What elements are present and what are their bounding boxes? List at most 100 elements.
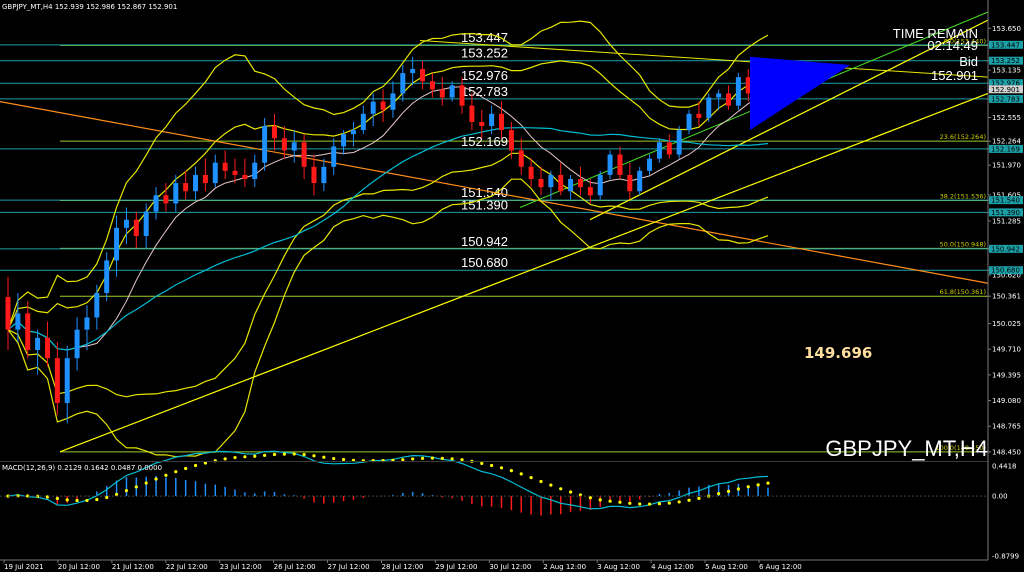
candle-body: [518, 150, 524, 167]
x-tick-label: 22 Jul 12:00: [166, 563, 208, 571]
signal-dot: [726, 489, 731, 494]
signal-dot: [657, 502, 662, 506]
signal-dot: [55, 496, 59, 501]
candle-body: [143, 211, 149, 236]
candle-body: [390, 93, 396, 110]
level-label: 152.169: [461, 134, 508, 149]
candle-body: [489, 113, 495, 127]
signal-dot: [292, 452, 296, 456]
fib-label: 50.0(150.948): [940, 240, 986, 248]
candle-body: [212, 162, 218, 184]
signal-dot: [134, 485, 138, 489]
candle-body: [242, 174, 248, 179]
candle-body: [153, 195, 159, 212]
candle-body: [528, 166, 534, 179]
signal-dot: [519, 472, 523, 476]
x-tick-label: 30 Jul 12:00: [489, 563, 531, 571]
candle-body: [666, 142, 672, 155]
candle-body: [380, 101, 386, 110]
signal-dot: [312, 454, 316, 458]
x-tick-label: 28 Jul 12:00: [382, 563, 424, 571]
fast-ma-line: [7, 86, 769, 351]
candle-body: [222, 162, 228, 171]
candle-body: [133, 219, 139, 236]
signal-dot: [322, 455, 326, 459]
candle-body: [726, 93, 732, 106]
candle-body: [637, 170, 643, 192]
y-tick-label: 148.450: [992, 448, 1021, 456]
signal-dot: [430, 456, 435, 460]
bollinger-band: [7, 20, 769, 330]
candle-body: [429, 81, 435, 90]
signal-dot: [667, 501, 671, 505]
y-tick-label: 153.650: [992, 25, 1021, 33]
bid-value: 152.901: [931, 68, 978, 83]
macd-tick-label: -0.8799: [992, 553, 1019, 561]
candle-body: [123, 219, 129, 228]
level-tag-label: 153.252: [991, 57, 1020, 65]
candle-body: [173, 183, 179, 204]
signal-dot: [144, 481, 148, 485]
signal-dot: [124, 489, 129, 493]
candle-body: [281, 138, 287, 151]
x-tick-label: 3 Aug 12:00: [597, 563, 640, 571]
y-tick-label: 152.555: [992, 114, 1021, 122]
signal-dot: [628, 501, 632, 505]
signal-dot: [756, 483, 760, 487]
signal-dot: [460, 458, 464, 462]
y-tick-label: 148.765: [992, 423, 1021, 431]
signal-dot: [588, 496, 592, 500]
fib-label: 61.8(150.361): [940, 288, 986, 296]
signal-dot: [174, 470, 178, 474]
candle-body: [439, 89, 445, 98]
candle-body: [262, 126, 268, 163]
slow-ma-line: [7, 127, 769, 351]
signal-dot: [549, 483, 553, 487]
candle-body: [35, 337, 41, 351]
bollinger-band: [7, 152, 769, 398]
candle-body: [400, 73, 406, 94]
candle-body: [15, 313, 21, 330]
signal-dot: [568, 490, 573, 494]
candle-body: [449, 85, 455, 98]
candle-body: [74, 329, 80, 359]
signal-dot: [677, 500, 681, 504]
candle-body: [607, 154, 613, 175]
candle-body: [597, 174, 603, 196]
signal-dot: [401, 458, 405, 462]
candle-body: [686, 113, 692, 131]
bollinger-band: [7, 178, 769, 458]
x-tick-label: 6 Aug 12:00: [759, 563, 802, 571]
level-tag-label: 153.447: [991, 41, 1020, 49]
price-chart: 0.0(153.440)23.6(152.264)38.2(151.536)50…: [0, 0, 1023, 571]
panel-separator: [0, 461, 988, 462]
y-tick-label: 149.710: [992, 346, 1021, 354]
signal-dot: [85, 498, 89, 503]
signal-dot: [440, 456, 444, 460]
candle-body: [538, 178, 544, 188]
signal-dot: [184, 466, 188, 471]
signal-dot: [263, 453, 267, 457]
signal-dot: [499, 466, 504, 470]
candle-body: [193, 174, 199, 192]
candle-body: [568, 178, 574, 192]
big-price-label: 149.696: [804, 344, 872, 362]
time-remain-value: 02:14:49: [927, 38, 978, 53]
signal-dot: [598, 498, 602, 502]
candle-body: [647, 158, 653, 171]
candle-body: [114, 227, 120, 261]
candle-body: [676, 130, 682, 155]
signal-dot: [647, 502, 652, 506]
signal-dot: [223, 457, 227, 461]
y-tick-label: 149.080: [992, 397, 1021, 405]
candle-body: [341, 134, 347, 147]
axes: 153.650 153.447 153.252 153.135 152.976 152.9…: [0, 0, 1023, 571]
signal-dot: [746, 485, 750, 489]
macd-tick-label: 0.4418: [992, 463, 1017, 471]
x-tick-label: 26 Jul 12:00: [274, 563, 316, 571]
signal-dot: [164, 473, 168, 477]
level-label: 150.942: [461, 234, 508, 249]
y-tick-label: 150.025: [992, 320, 1021, 328]
signal-dot: [233, 455, 237, 460]
candle-body: [350, 130, 356, 135]
